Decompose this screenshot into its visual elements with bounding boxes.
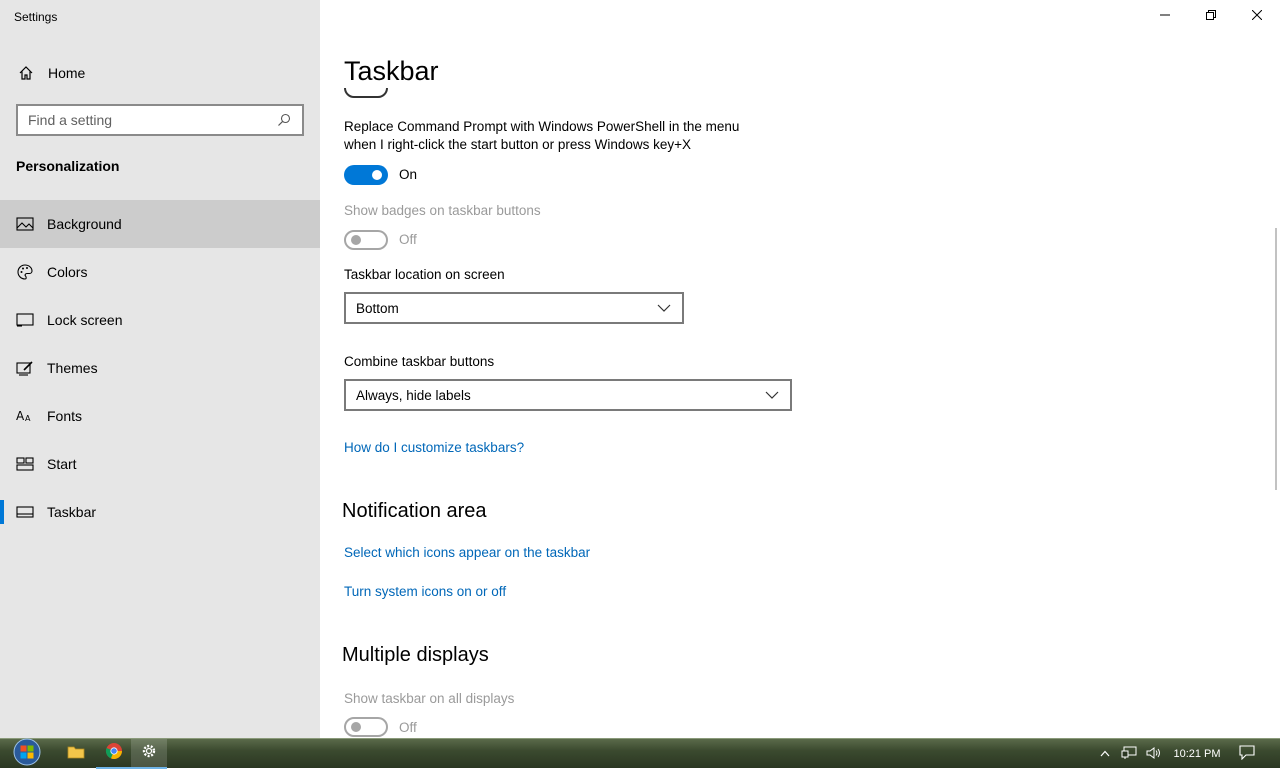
badges-setting-label: Show badges on taskbar buttons <box>344 203 541 218</box>
select-icons-link[interactable]: Select which icons appear on the taskbar <box>344 545 590 560</box>
combine-dropdown-value: Always, hide labels <box>356 387 471 403</box>
all-displays-setting-label: Show taskbar on all displays <box>344 691 515 706</box>
combine-setting-label: Combine taskbar buttons <box>344 354 495 369</box>
speaker-icon <box>1145 746 1163 763</box>
location-setting-label: Taskbar location on screen <box>344 267 505 282</box>
powershell-toggle[interactable] <box>344 165 388 185</box>
powershell-toggle-state: On <box>399 167 418 182</box>
close-icon <box>1251 7 1263 25</box>
gear-icon <box>141 743 157 764</box>
main-content: Taskbar Replace Command Prompt with Wind… <box>320 0 1280 738</box>
search-box[interactable] <box>16 104 304 136</box>
chevron-down-icon <box>764 387 780 403</box>
section-title: Personalization <box>16 158 120 174</box>
all-displays-toggle-state: Off <box>399 720 417 735</box>
chrome-taskbar-button[interactable] <box>96 739 132 769</box>
windows-logo-icon <box>12 738 42 771</box>
selection-indicator <box>0 500 4 524</box>
location-dropdown-value: Bottom <box>356 300 399 316</box>
powershell-label-line1: Replace Command Prompt with Windows Powe… <box>344 119 740 134</box>
action-center-button[interactable] <box>1236 739 1258 769</box>
sidebar-item-label: Taskbar <box>47 504 97 520</box>
home-icon <box>16 65 36 81</box>
chrome-icon <box>105 742 123 765</box>
restore-button[interactable] <box>1188 0 1234 32</box>
volume-tray-button[interactable] <box>1143 739 1165 769</box>
home-nav-item[interactable]: Home <box>0 54 320 92</box>
fonts-icon: AA <box>15 407 35 425</box>
badges-toggle-state: Off <box>399 232 417 247</box>
brush-icon <box>15 359 35 377</box>
sidebar-item-label: Lock screen <box>47 312 123 328</box>
page-title: Taskbar <box>344 56 439 86</box>
powershell-label-line2: when I right-click the start button or p… <box>344 137 692 152</box>
sidebar-item-fonts[interactable]: AA Fonts <box>0 392 320 440</box>
picture-icon <box>15 215 35 233</box>
sidebar-item-label: Themes <box>47 360 98 376</box>
start-icon <box>15 455 35 473</box>
notification-area-heading: Notification area <box>342 500 487 522</box>
sidebar: Settings Home Personalization Background… <box>0 0 320 738</box>
all-displays-toggle[interactable] <box>344 717 388 737</box>
settings-taskbar-button[interactable] <box>131 739 167 769</box>
svg-text:A: A <box>16 409 25 423</box>
sidebar-item-background[interactable]: Background <box>0 200 320 248</box>
scrollbar[interactable] <box>1275 228 1277 490</box>
minimize-icon <box>1160 7 1170 25</box>
clock[interactable]: 10:21 PM <box>1168 739 1226 769</box>
network-icon <box>1121 746 1137 763</box>
app-title: Settings <box>14 10 58 24</box>
sidebar-nav: Background Colors Lock screen Themes AA … <box>0 200 320 536</box>
multiple-displays-heading: Multiple displays <box>342 644 489 666</box>
file-explorer-taskbar-button[interactable] <box>58 739 94 769</box>
sidebar-item-label: Colors <box>47 264 88 280</box>
sidebar-item-label: Background <box>47 216 122 232</box>
minimize-button[interactable] <box>1142 0 1188 32</box>
network-tray-button[interactable] <box>1119 739 1139 769</box>
folder-icon <box>67 745 85 764</box>
restore-icon <box>1206 7 1216 25</box>
badges-toggle[interactable] <box>344 230 388 250</box>
partial-toggle[interactable] <box>344 88 388 100</box>
sidebar-item-start[interactable]: Start <box>0 440 320 488</box>
location-dropdown[interactable]: Bottom <box>344 292 684 324</box>
customize-taskbars-link[interactable]: How do I customize taskbars? <box>344 440 524 455</box>
chevron-up-icon <box>1100 748 1110 760</box>
windows-taskbar: 10:21 PM <box>0 738 1280 771</box>
chevron-down-icon <box>656 300 672 316</box>
powershell-setting-label: Replace Command Prompt with Windows Powe… <box>344 118 739 154</box>
search-input[interactable] <box>28 112 276 128</box>
sidebar-item-lock-screen[interactable]: Lock screen <box>0 296 320 344</box>
notification-icon <box>1239 745 1255 763</box>
home-label: Home <box>48 65 86 81</box>
sidebar-item-taskbar[interactable]: Taskbar <box>0 488 320 536</box>
show-hidden-icons-button[interactable] <box>1096 739 1114 769</box>
sidebar-item-label: Start <box>47 456 77 472</box>
lock-screen-icon <box>15 311 35 329</box>
close-button[interactable] <box>1234 0 1280 32</box>
sidebar-item-colors[interactable]: Colors <box>0 248 320 296</box>
system-icons-link[interactable]: Turn system icons on or off <box>344 584 506 599</box>
sidebar-item-label: Fonts <box>47 408 83 424</box>
combine-dropdown[interactable]: Always, hide labels <box>344 379 792 411</box>
taskbar-icon <box>15 503 35 521</box>
search-icon[interactable] <box>276 112 292 128</box>
palette-icon <box>15 263 35 281</box>
start-button[interactable] <box>8 738 46 771</box>
svg-text:A: A <box>25 414 31 423</box>
sidebar-item-themes[interactable]: Themes <box>0 344 320 392</box>
